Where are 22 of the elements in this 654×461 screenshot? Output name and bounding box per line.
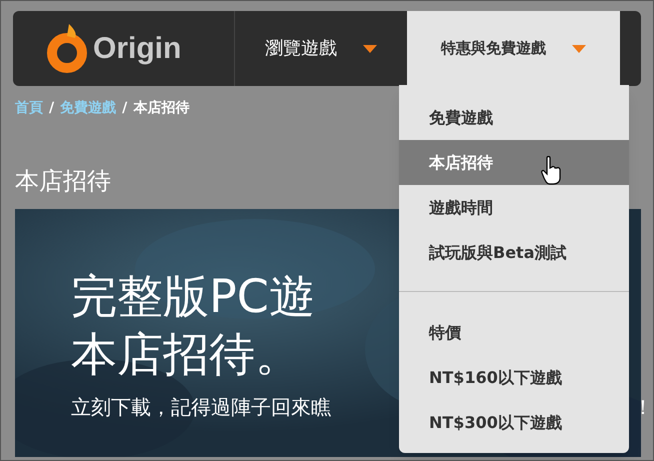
hero-heading: 完整版PC遊 xyxy=(71,268,315,325)
logo-icon xyxy=(45,22,89,76)
caret-icon xyxy=(572,44,586,52)
menu-item[interactable]: NT$300以下遊戲 xyxy=(399,400,629,445)
logo-text: Origin xyxy=(93,31,182,67)
page-title: 本店招待 xyxy=(14,166,112,197)
menu-item[interactable]: 本店招待 xyxy=(399,140,629,185)
breadcrumb-separator: / xyxy=(49,99,54,118)
nav-tab[interactable]: 特惠與免費遊戲 xyxy=(407,11,620,86)
cursor-icon xyxy=(541,156,563,186)
breadcrumb-current: 本店招待 xyxy=(133,98,190,118)
hero-heading: 本店招待。 xyxy=(71,326,301,383)
hero-subtitle-end: ！ xyxy=(633,394,653,421)
hero-subtitle: 立刻下載，記得過陣子回來瞧 xyxy=(71,394,331,421)
caret-icon xyxy=(363,44,377,52)
menu-item[interactable]: 試玩版與Beta測試 xyxy=(399,230,629,275)
menu-item[interactable]: NT$160以下遊戲 xyxy=(399,355,629,400)
menu-item[interactable]: 特價 xyxy=(399,310,629,355)
breadcrumb-separator: / xyxy=(122,99,128,118)
nav-tab[interactable]: 瀏覽遊戲 xyxy=(235,11,407,86)
menu-item[interactable]: 遊戲時間 xyxy=(399,185,629,230)
menu-item[interactable]: 免費遊戲 xyxy=(399,95,629,140)
